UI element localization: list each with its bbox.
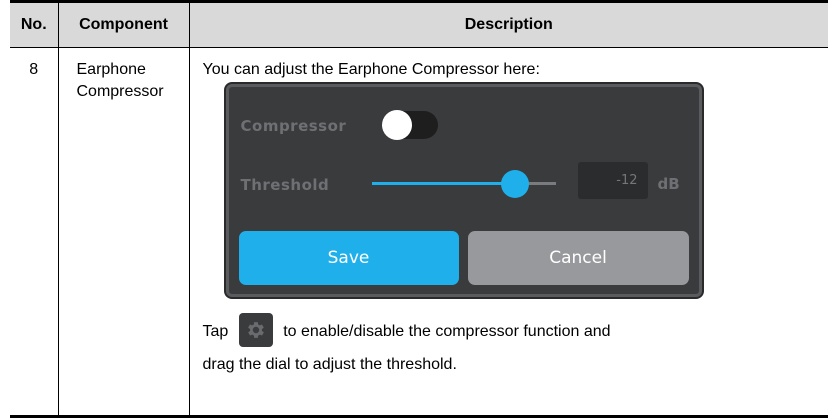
table-header-row: No. Component Description [10,0,828,48]
component-name-line1: Earphone [76,61,146,78]
threshold-slider-fill [371,182,516,185]
threshold-value-field[interactable]: -12 [577,162,648,199]
toggle-knob [381,110,412,140]
threshold-slider[interactable] [371,169,556,198]
compressor-label: Compressor [240,117,347,135]
component-table: No. Component Description 8 Earphone Com… [10,0,828,418]
compressor-settings-panel: Compressor Threshold -12 dB Save Cancel [225,84,702,297]
row-description: You can adjust the Earphone Compressor h… [188,47,828,418]
compressor-toggle[interactable] [381,110,438,140]
threshold-label: Threshold [240,176,330,194]
tap-instruction: Tap to enable/disable the compressor fun… [202,313,611,349]
tap-prefix: Tap [202,323,229,341]
description-intro: You can adjust the Earphone Compressor h… [202,61,540,78]
cancel-button[interactable]: Cancel [467,231,689,285]
table-row: 8 Earphone Compressor You can adjust the… [10,47,828,418]
gear-icon [238,313,273,347]
header-description: Description [188,0,828,48]
header-no: No. [10,0,59,48]
row-number: 8 [10,47,59,418]
row-component: Earphone Compressor [57,47,190,418]
save-button[interactable]: Save [238,231,459,285]
tap-instruction-line2: drag the dial to adjust the threshold. [202,356,457,373]
component-name-line2: Compressor [76,83,164,100]
tap-suffix: to enable/disable the compressor functio… [283,323,611,341]
threshold-slider-thumb[interactable] [501,169,530,198]
header-component: Component [57,0,190,48]
threshold-unit: dB [657,175,680,193]
